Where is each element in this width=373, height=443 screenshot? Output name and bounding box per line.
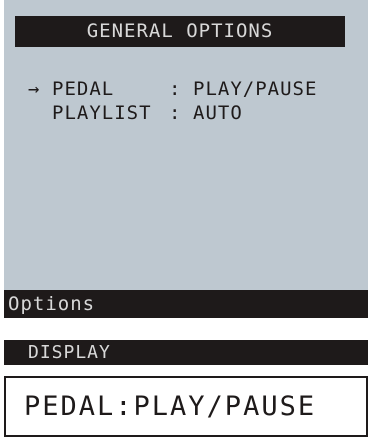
softkey-options[interactable]: Options	[4, 290, 368, 318]
options-menu: → PEDAL : PLAY/PAUSE PLAYLIST : AUTO	[28, 77, 317, 125]
menu-item-label: PLAYLIST	[52, 102, 152, 124]
menu-item-separator: :	[169, 102, 182, 124]
device-screen: GENERAL OPTIONS → PEDAL : PLAY/PAUSE PLA…	[4, 0, 368, 318]
selection-arrow-icon: →	[28, 78, 41, 100]
display-section-label: DISPLAY	[4, 340, 368, 365]
menu-item-pedal[interactable]: → PEDAL : PLAY/PAUSE	[28, 77, 317, 101]
selection-arrow-slot	[28, 101, 52, 125]
menu-item-value: PLAY/PAUSE	[193, 78, 318, 100]
menu-item-playlist[interactable]: PLAYLIST : AUTO	[28, 101, 317, 125]
menu-item-label: PEDAL	[52, 78, 115, 100]
menu-item-value: AUTO	[193, 102, 243, 124]
screen-title: GENERAL OPTIONS	[15, 16, 345, 47]
menu-item-separator: :	[169, 78, 182, 100]
display-readout: PEDAL:PLAY/PAUSE	[4, 376, 368, 437]
